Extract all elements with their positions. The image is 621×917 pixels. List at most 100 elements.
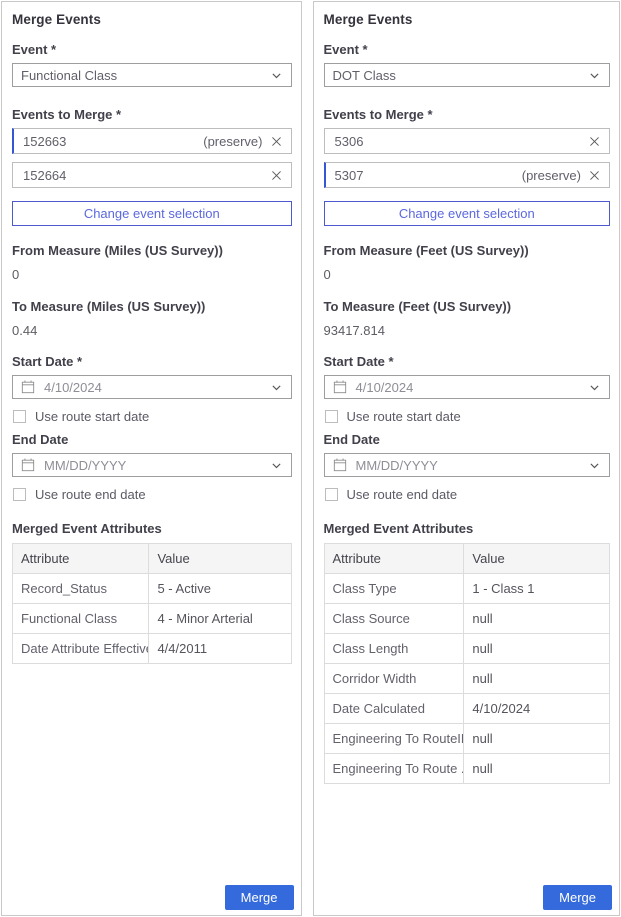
remove-event-button[interactable] <box>270 135 283 148</box>
value-header-cell: Value <box>464 544 610 574</box>
event-id: 152664 <box>23 168 66 183</box>
event-select[interactable]: DOT Class <box>324 63 611 87</box>
value-cell: null <box>464 604 610 634</box>
close-icon <box>270 169 283 182</box>
event-id: 152663 <box>23 134 66 149</box>
change-event-selection-button[interactable]: Change event selection <box>12 201 292 226</box>
checkbox-label: Use route end date <box>35 487 146 502</box>
event-item: 5306 <box>324 128 611 154</box>
chevron-down-icon <box>270 459 283 472</box>
to-measure-value: 0.44 <box>12 323 292 338</box>
chevron-down-icon <box>270 69 283 82</box>
attribute-cell: Class Length <box>324 634 464 664</box>
chevron-down-icon <box>588 381 601 394</box>
merged-event-attributes-title: Merged Event Attributes <box>324 521 611 536</box>
event-label: Event * <box>12 42 292 57</box>
start-date-value: 4/10/2024 <box>44 380 102 395</box>
event-item: 152663 (preserve) <box>12 128 292 154</box>
remove-event-button[interactable] <box>588 169 601 182</box>
start-date-input[interactable]: 4/10/2024 <box>12 375 292 399</box>
change-event-selection-button[interactable]: Change event selection <box>324 201 611 226</box>
panel-title: Merge Events <box>12 12 292 27</box>
remove-event-button[interactable] <box>588 135 601 148</box>
use-route-end-date-row: Use route end date <box>13 487 292 502</box>
chevron-down-icon <box>588 459 601 472</box>
preserve-badge: (preserve) <box>522 168 581 183</box>
table-row: Record_Status 5 - Active <box>13 574 292 604</box>
checkbox-label: Use route start date <box>35 409 149 424</box>
from-measure-value: 0 <box>324 267 611 282</box>
use-route-end-date-row: Use route end date <box>325 487 611 502</box>
remove-event-button[interactable] <box>270 169 283 182</box>
event-label: Event * <box>324 42 611 57</box>
attribute-header-cell: Attribute <box>13 544 149 574</box>
calendar-icon <box>333 458 347 472</box>
table-row: Class Length null <box>324 634 610 664</box>
value-cell: 4/10/2024 <box>464 694 610 724</box>
event-id: 5307 <box>335 168 364 183</box>
close-icon <box>588 169 601 182</box>
merge-events-panel-right: Merge Events Event * DOT Class Events to… <box>313 1 621 916</box>
attribute-cell: Engineering To RouteID <box>324 724 464 754</box>
attributes-table: Attribute Value Record_Status 5 - Active… <box>12 543 292 664</box>
events-to-merge-label: Events to Merge * <box>12 107 292 122</box>
table-row: Class Source null <box>324 604 610 634</box>
chevron-down-icon <box>270 381 283 394</box>
end-date-input[interactable]: MM/DD/YYYY <box>324 453 611 477</box>
merge-button[interactable]: Merge <box>225 885 294 910</box>
calendar-icon <box>333 380 347 394</box>
calendar-icon <box>21 458 35 472</box>
from-measure-label: From Measure (Miles (US Survey)) <box>12 243 292 258</box>
attribute-cell: Class Source <box>324 604 464 634</box>
value-cell: null <box>464 634 610 664</box>
end-date-placeholder: MM/DD/YYYY <box>356 458 438 473</box>
checkbox-label: Use route start date <box>347 409 461 424</box>
value-cell: null <box>464 664 610 694</box>
event-select[interactable]: Functional Class <box>12 63 292 87</box>
table-row: Engineering To Route ... null <box>324 754 610 784</box>
merge-events-panel-left: Merge Events Event * Functional Class Ev… <box>1 1 302 916</box>
table-row: Date Attribute Effective 4/4/2011 <box>13 634 292 664</box>
start-date-label: Start Date * <box>12 354 292 369</box>
close-icon <box>270 135 283 148</box>
use-route-start-date-row: Use route start date <box>325 409 611 424</box>
event-select-value: DOT Class <box>333 68 396 83</box>
value-cell: 4 - Minor Arterial <box>149 604 291 634</box>
value-cell: 5 - Active <box>149 574 291 604</box>
calendar-icon <box>21 380 35 394</box>
table-row: Engineering To RouteID null <box>324 724 610 754</box>
panel-title: Merge Events <box>324 12 611 27</box>
table-header-row: Attribute Value <box>13 544 292 574</box>
start-date-input[interactable]: 4/10/2024 <box>324 375 611 399</box>
table-header-row: Attribute Value <box>324 544 610 574</box>
end-date-label: End Date <box>324 432 611 447</box>
attribute-cell: Corridor Width <box>324 664 464 694</box>
value-cell: null <box>464 724 610 754</box>
attribute-cell: Date Attribute Effective <box>13 634 149 664</box>
table-row: Corridor Width null <box>324 664 610 694</box>
to-measure-label: To Measure (Miles (US Survey)) <box>12 299 292 314</box>
checkbox-label: Use route end date <box>347 487 458 502</box>
merged-event-attributes-title: Merged Event Attributes <box>12 521 292 536</box>
event-select-value: Functional Class <box>21 68 117 83</box>
to-measure-label: To Measure (Feet (US Survey)) <box>324 299 611 314</box>
chevron-down-icon <box>588 69 601 82</box>
table-row: Functional Class 4 - Minor Arterial <box>13 604 292 634</box>
merge-button[interactable]: Merge <box>543 885 612 910</box>
value-cell: 1 - Class 1 <box>464 574 610 604</box>
attributes-table: Attribute Value Class Type 1 - Class 1 C… <box>324 543 611 784</box>
use-route-end-date-checkbox[interactable] <box>13 488 26 501</box>
start-date-label: Start Date * <box>324 354 611 369</box>
attribute-header-cell: Attribute <box>324 544 464 574</box>
end-date-label: End Date <box>12 432 292 447</box>
use-route-start-date-row: Use route start date <box>13 409 292 424</box>
use-route-start-date-checkbox[interactable] <box>13 410 26 423</box>
end-date-placeholder: MM/DD/YYYY <box>44 458 126 473</box>
use-route-end-date-checkbox[interactable] <box>325 488 338 501</box>
use-route-start-date-checkbox[interactable] <box>325 410 338 423</box>
end-date-input[interactable]: MM/DD/YYYY <box>12 453 292 477</box>
from-measure-value: 0 <box>12 267 292 282</box>
attribute-cell: Functional Class <box>13 604 149 634</box>
attribute-cell: Class Type <box>324 574 464 604</box>
start-date-value: 4/10/2024 <box>356 380 414 395</box>
